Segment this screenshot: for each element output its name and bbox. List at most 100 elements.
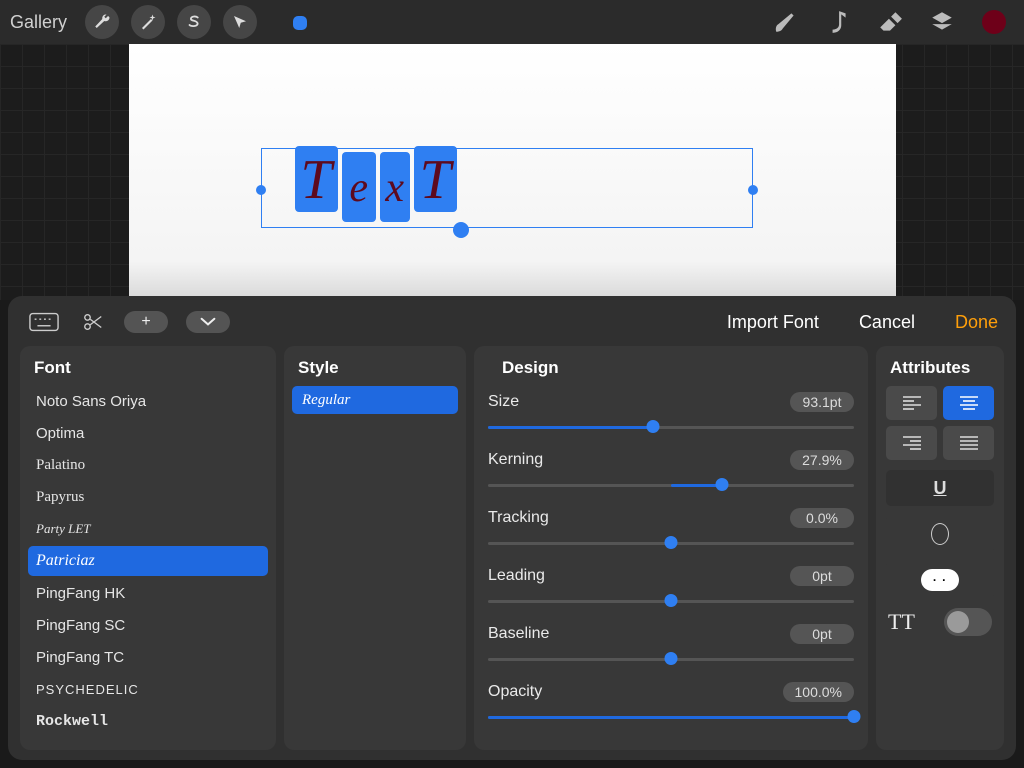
- text-selection[interactable]: T e x T: [293, 146, 459, 222]
- design-row-baseline: Baseline 0pt: [488, 624, 854, 668]
- dropdown-button[interactable]: [186, 311, 230, 333]
- keyboard-button[interactable]: [26, 309, 62, 335]
- wrench-icon: [93, 13, 111, 31]
- gallery-button[interactable]: Gallery: [10, 12, 67, 33]
- design-slider[interactable]: [488, 650, 854, 668]
- align-justify-button[interactable]: [943, 426, 994, 460]
- canvas-background: T e x T: [0, 44, 1024, 300]
- tt-vertical-label: TT: [888, 609, 915, 635]
- design-label: Size: [488, 393, 519, 411]
- design-row-tracking: Tracking 0.0%: [488, 508, 854, 552]
- style-list[interactable]: Regular: [284, 386, 466, 414]
- color-swatch-icon: [982, 10, 1006, 34]
- design-column: Design Size 93.1pt Kerning 27.9% Tracking 0.0…: [474, 346, 868, 750]
- design-value-chip[interactable]: 0pt: [790, 566, 854, 586]
- panel-header: + Import Font Cancel Done: [20, 306, 1004, 338]
- import-font-button[interactable]: Import Font: [727, 312, 819, 333]
- style-item[interactable]: Regular: [292, 386, 458, 414]
- align-left-button[interactable]: [886, 386, 937, 420]
- done-button[interactable]: Done: [955, 312, 998, 333]
- font-item[interactable]: Rockwell: [28, 706, 268, 736]
- layers-icon: [929, 9, 955, 35]
- wand-icon: [139, 13, 157, 31]
- font-item[interactable]: Palatino: [28, 450, 268, 480]
- style-column: Style Regular: [284, 346, 466, 750]
- vertical-text-switch[interactable]: [944, 608, 992, 636]
- align-left-icon: [902, 395, 922, 411]
- caps-toggle-button[interactable]: · ·: [886, 562, 994, 598]
- font-list[interactable]: Noto Sans OriyaOptimaPalatinoPapyrusPart…: [20, 386, 276, 736]
- attributes-column: Attributes U O: [876, 346, 1004, 750]
- switch-knob: [947, 611, 969, 633]
- font-item[interactable]: PingFang TC: [28, 642, 268, 672]
- font-item[interactable]: PSYCHEDELIC: [28, 674, 268, 704]
- cut-button[interactable]: [80, 309, 106, 335]
- chevron-down-icon: [200, 317, 216, 327]
- design-label: Baseline: [488, 625, 549, 643]
- design-heading: Design: [488, 356, 854, 386]
- style-heading: Style: [284, 356, 466, 386]
- design-row-opacity: Opacity 100.0%: [488, 682, 854, 726]
- design-slider[interactable]: [488, 476, 854, 494]
- canvas-page[interactable]: T e x T: [129, 44, 896, 300]
- smudge-tool-button[interactable]: [818, 2, 858, 42]
- font-item[interactable]: Papyrus: [28, 482, 268, 512]
- align-right-icon: [902, 435, 922, 451]
- outline-button[interactable]: O: [886, 516, 994, 552]
- align-justify-icon: [959, 435, 979, 451]
- outline-icon: O: [931, 523, 949, 545]
- align-right-button[interactable]: [886, 426, 937, 460]
- font-item[interactable]: Optima: [28, 418, 268, 448]
- cursor-arrow-icon: [231, 13, 249, 31]
- bbox-handle-left[interactable]: [256, 185, 266, 195]
- font-heading: Font: [20, 356, 276, 386]
- selection-button[interactable]: [177, 5, 211, 39]
- brush-icon: [773, 9, 799, 35]
- design-value-chip[interactable]: 93.1pt: [790, 392, 854, 412]
- design-label: Kerning: [488, 451, 543, 469]
- design-slider[interactable]: [488, 418, 854, 436]
- attributes-heading: Attributes: [882, 356, 998, 386]
- brush-tool-button[interactable]: [766, 2, 806, 42]
- underline-icon: U: [934, 478, 947, 499]
- selection-s-icon: [185, 13, 203, 31]
- bbox-handle-bottom[interactable]: [453, 222, 469, 238]
- layers-button[interactable]: [922, 2, 962, 42]
- design-label: Opacity: [488, 683, 542, 701]
- design-slider[interactable]: [488, 708, 854, 726]
- design-value-chip[interactable]: 0.0%: [790, 508, 854, 528]
- bbox-handle-right[interactable]: [748, 185, 758, 195]
- plus-icon: +: [141, 313, 150, 331]
- cancel-button[interactable]: Cancel: [859, 312, 915, 333]
- design-label: Tracking: [488, 509, 549, 527]
- font-item[interactable]: PingFang HK: [28, 578, 268, 608]
- actions-wrench-button[interactable]: [85, 5, 119, 39]
- design-value-chip[interactable]: 27.9%: [790, 450, 854, 470]
- design-slider[interactable]: [488, 592, 854, 610]
- design-value-chip[interactable]: 0pt: [790, 624, 854, 644]
- design-row-leading: Leading 0pt: [488, 566, 854, 610]
- insert-plus-button[interactable]: +: [124, 311, 168, 333]
- caps-badge-icon: · ·: [921, 569, 959, 591]
- font-column: Font Noto Sans OriyaOptimaPalatinoPapyru…: [20, 346, 276, 750]
- design-row-size: Size 93.1pt: [488, 392, 854, 436]
- keyboard-icon: [29, 311, 59, 333]
- top-toolbar: Gallery: [0, 0, 1024, 44]
- align-center-button[interactable]: [943, 386, 994, 420]
- font-item[interactable]: PingFang SC: [28, 610, 268, 640]
- bbox-handle-top[interactable]: [293, 16, 307, 30]
- design-value-chip[interactable]: 100.0%: [783, 682, 854, 702]
- font-item[interactable]: Party LET: [28, 514, 268, 544]
- font-item[interactable]: Noto Sans Oriya: [28, 386, 268, 416]
- color-picker-button[interactable]: [974, 2, 1014, 42]
- underline-button[interactable]: U: [886, 470, 994, 506]
- design-slider[interactable]: [488, 534, 854, 552]
- eraser-icon: [877, 9, 903, 35]
- align-center-icon: [959, 395, 979, 411]
- transform-arrow-button[interactable]: [223, 5, 257, 39]
- adjustments-wand-button[interactable]: [131, 5, 165, 39]
- design-label: Leading: [488, 567, 545, 585]
- text-edit-panel: + Import Font Cancel Done Font Noto Sans…: [8, 296, 1016, 760]
- eraser-tool-button[interactable]: [870, 2, 910, 42]
- font-item[interactable]: Patriciaz: [28, 546, 268, 576]
